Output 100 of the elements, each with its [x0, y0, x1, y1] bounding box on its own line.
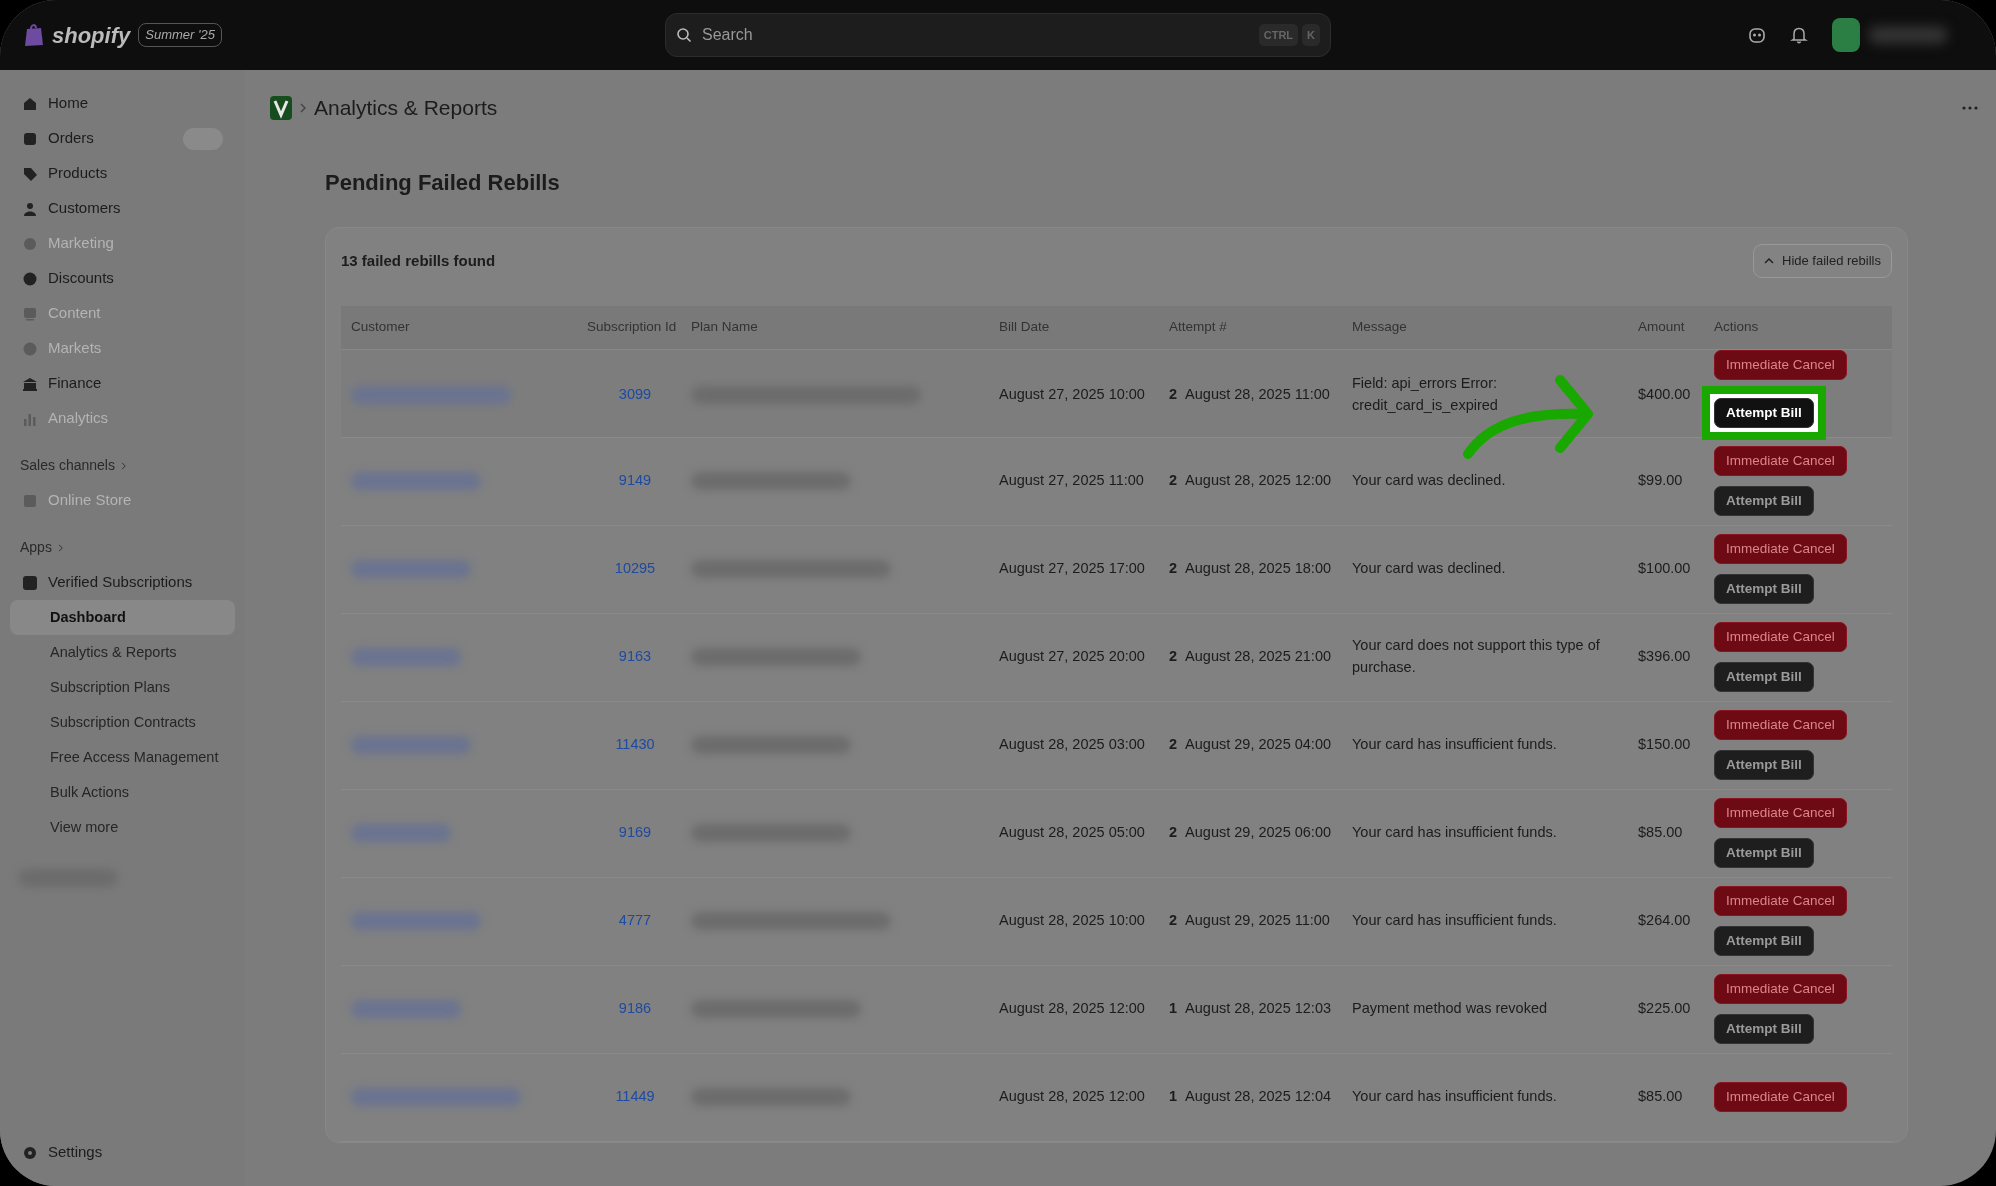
attempt-number: 2	[1169, 735, 1178, 755]
nav-item[interactable]: Finance	[10, 366, 235, 401]
nav-item[interactable]: Products	[10, 156, 235, 191]
table-cell-text: August 29, 2025 04:00	[1185, 735, 1331, 755]
table-cell-text: August 28, 2025 12:04	[1185, 1087, 1331, 1107]
table-cell-text: August 28, 2025 05:00	[999, 823, 1146, 843]
bank-icon	[22, 375, 38, 392]
nav-item[interactable]: Orders	[10, 121, 235, 156]
table-cell-text: $264.00	[1638, 911, 1692, 931]
cancel-button[interactable]: Immediate Cancel	[1714, 973, 1847, 1004]
nav-item[interactable]: Dashboard	[10, 600, 235, 635]
page-title: Pending Failed Rebills	[325, 169, 561, 197]
nav-item[interactable]: Discounts	[10, 261, 235, 296]
table-cell-text: $400.00	[1638, 384, 1692, 404]
table-cell-text: $99.00	[1638, 471, 1684, 491]
attempt-bill-button[interactable]: Attempt Bill	[1714, 838, 1814, 869]
subscription-link[interactable]: 11430	[587, 734, 683, 756]
attempt-bill-button[interactable]: Attempt Bill	[1714, 926, 1814, 957]
attempt-number: 2	[1169, 647, 1178, 667]
attempt-bill-button[interactable]: Attempt Bill	[1714, 750, 1814, 781]
table-cell-text: $100.00	[1638, 559, 1692, 579]
subscription-link[interactable]: 9169	[587, 822, 683, 844]
attempt-number: 1	[1169, 999, 1178, 1019]
table-cell-text: August 27, 2025 17:00	[999, 559, 1146, 579]
attempt-bill-button[interactable]: Attempt Bill	[1714, 486, 1814, 517]
attempt-bill-button[interactable]: Attempt Bill	[1714, 662, 1814, 693]
house-icon	[22, 95, 38, 112]
table-cell-text: August 29, 2025 06:00	[1185, 823, 1331, 843]
table-cell-text: $85.00	[1638, 1087, 1684, 1107]
attempt-number: 2	[1169, 823, 1178, 843]
chevron-icon	[300, 103, 306, 113]
robot-icon[interactable]	[1748, 26, 1766, 44]
tag-icon	[22, 165, 38, 182]
cancel-button[interactable]: Immediate Cancel	[1714, 533, 1847, 564]
nav-item[interactable]: Subscription Contracts	[10, 705, 235, 740]
shortcut-key: CTRL	[1258, 23, 1299, 47]
subscription-link[interactable]: 10295	[587, 558, 683, 580]
cancel-button[interactable]: Immediate Cancel	[1714, 797, 1847, 828]
logo-text[interactable]: shopify	[52, 18, 131, 52]
nav-item[interactable]: Subscription Plans	[10, 670, 235, 705]
table-cell-text: August 27, 2025 20:00	[999, 647, 1146, 667]
subscription-link[interactable]: 9163	[587, 646, 683, 668]
search-bar[interactable]: Search CTRL K	[665, 13, 1331, 57]
nav-item[interactable]: Customers	[10, 191, 235, 226]
subscription-link[interactable]: 3099	[587, 383, 683, 406]
cancel-button[interactable]: Immediate Cancel	[1714, 445, 1847, 476]
attempt-bill-button[interactable]: Attempt Bill	[1714, 574, 1814, 605]
subscription-link[interactable]: 9186	[587, 998, 683, 1020]
nav-item[interactable]: Analytics & Reports	[10, 635, 235, 670]
table-cell-text: Payment method was revoked	[1352, 999, 1549, 1019]
table-cell-text: August 28, 2025 21:00	[1185, 647, 1331, 667]
cancel-button[interactable]: Immediate Cancel	[1714, 1081, 1847, 1113]
bell-icon[interactable]	[1790, 26, 1808, 44]
hide-rebills-button[interactable]: Hide failed rebills	[1753, 244, 1892, 278]
cancel-button[interactable]: Immediate Cancel	[1714, 885, 1847, 916]
nav-item[interactable]: View more	[10, 810, 235, 845]
subscription-link[interactable]: 4777	[587, 910, 683, 932]
column-header: Bill Date	[999, 317, 1051, 336]
cancel-button[interactable]: Immediate Cancel	[1714, 709, 1847, 740]
attempt-number: 2	[1169, 471, 1178, 491]
attempt-number: 2	[1169, 384, 1178, 404]
column-header: Customer	[351, 317, 411, 336]
subscription-link[interactable]: 9149	[587, 470, 683, 492]
table-cell-text: August 29, 2025 11:00	[1185, 911, 1330, 931]
attempt-number: 2	[1169, 911, 1178, 931]
table-cell-text: August 27, 2025 10:00	[999, 384, 1146, 404]
table-cell-text: $85.00	[1638, 823, 1684, 843]
section-heading[interactable]: Sales channels	[20, 455, 115, 476]
attempt-bill-button[interactable]: Attempt Bill	[1714, 1014, 1814, 1045]
search-field[interactable]: Search	[700, 22, 1251, 48]
attempt-number: 2	[1169, 559, 1178, 579]
subscription-link[interactable]: 11449	[587, 1086, 683, 1108]
attempt-bill-button[interactable]: Attempt Bill	[1714, 397, 1814, 428]
column-header: Amount	[1638, 317, 1686, 336]
nav-item[interactable]: Verified Subscriptions	[10, 565, 235, 600]
cancel-button[interactable]: Immediate Cancel	[1714, 621, 1847, 652]
table-cell-text: Your card does not support this type of purchase.	[1352, 636, 1601, 677]
table-cell-text: $396.00	[1638, 647, 1692, 667]
column-header: Message	[1352, 317, 1408, 336]
search-icon	[676, 27, 692, 43]
table-cell-text: August 28, 2025 18:00	[1185, 559, 1331, 579]
cancel-button[interactable]: Immediate Cancel	[1714, 349, 1847, 380]
table-cell-text: Your card was declined.	[1352, 559, 1507, 579]
nav-item[interactable]: Home	[10, 86, 235, 121]
nav-item[interactable]: Free Access Management	[10, 740, 235, 775]
table-cell-text: August 28, 2025 10:00	[999, 911, 1146, 931]
table-cell-text: August 28, 2025 12:03	[1185, 999, 1331, 1019]
nav-item[interactable]: Bulk Actions	[10, 775, 235, 810]
table-cell-text: August 28, 2025 03:00	[999, 735, 1146, 755]
table-cell-text: Your card has insufficient funds.	[1352, 911, 1558, 931]
column-header: Plan Name	[691, 317, 759, 336]
table-cell-text: Your card has insufficient funds.	[1352, 1087, 1558, 1107]
edition-tag: Summer '25	[138, 23, 222, 47]
section-heading[interactable]: Apps	[20, 537, 52, 558]
table-cell-text: Your card has insufficient funds.	[1352, 735, 1558, 755]
avatar[interactable]	[1832, 18, 1860, 52]
settings-link[interactable]: Settings	[10, 1135, 235, 1170]
table-cell-text: Field: api_errors Error: credit_card_is_expired	[1352, 374, 1499, 415]
more-icon[interactable]	[1962, 106, 1978, 110]
column-header: Attempt #	[1169, 317, 1228, 336]
